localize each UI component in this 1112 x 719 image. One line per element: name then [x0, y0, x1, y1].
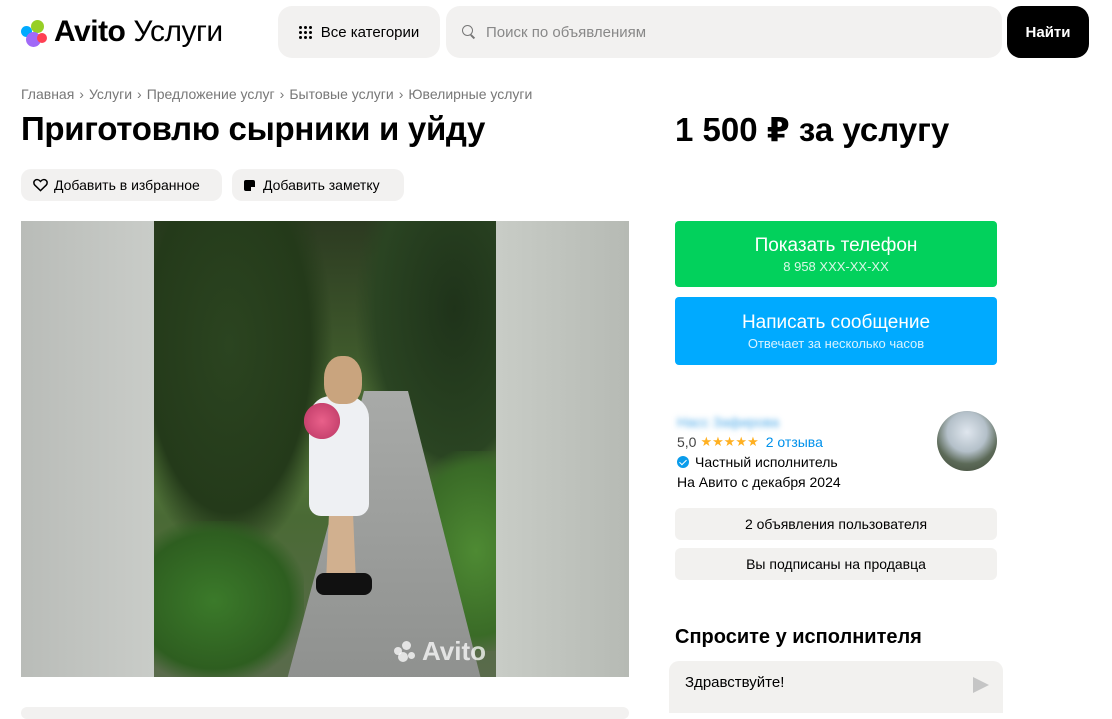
breadcrumb-separator: › — [279, 86, 285, 102]
note-icon — [244, 179, 255, 191]
description-section-edge — [21, 707, 629, 719]
breadcrumb-item-service-offers[interactable]: Предложение услуг — [147, 86, 275, 102]
breadcrumb-item-services[interactable]: Услуги — [89, 86, 132, 102]
breadcrumb-separator: › — [137, 86, 142, 102]
search-input[interactable] — [486, 23, 966, 41]
breadcrumb-item-household[interactable]: Бытовые услуги — [289, 86, 393, 102]
logo-service: Услуги — [133, 15, 223, 48]
subscribed-button[interactable]: Вы подписаны на продавца — [675, 548, 997, 580]
ask-section-title: Спросите у исполнителя — [675, 626, 922, 648]
verified-check-icon — [677, 456, 689, 468]
seller-rating: 5,0 ★★★★★ 2 отзыва — [677, 434, 823, 450]
avito-logo-icon — [20, 18, 48, 47]
phone-number-masked: 8 958 XXX-XX-XX — [783, 258, 889, 274]
send-icon[interactable] — [973, 677, 989, 693]
write-message-button[interactable]: Написать сообщение Отвечает за несколько… — [675, 297, 997, 365]
all-categories-button[interactable]: Все категории — [278, 6, 440, 58]
reviews-link[interactable]: 2 отзыва — [766, 434, 823, 450]
listing-photo[interactable]: Avito — [154, 221, 496, 677]
add-note-button[interactable]: Добавить заметку — [232, 169, 404, 201]
response-time-label: Отвечает за несколько часов — [747, 335, 925, 351]
add-to-favorites-label: Добавить в избранное — [54, 177, 200, 193]
message-input[interactable]: Здравствуйте! — [669, 661, 1003, 713]
add-to-favorites-button[interactable]: Добавить в избранное — [21, 169, 222, 201]
listing-price: 1 500 ₽ за услугу — [675, 111, 950, 148]
all-categories-label: Все категории — [320, 23, 420, 41]
avito-watermark-text: Avito — [421, 636, 486, 666]
avito-logo[interactable]: Avito Услуги — [20, 14, 223, 50]
breadcrumb-item-home[interactable]: Главная — [21, 86, 74, 102]
write-message-label: Написать сообщение — [741, 311, 931, 333]
listing-title: Приготовлю сырники и уйду — [21, 110, 486, 147]
breadcrumb-separator: › — [79, 86, 84, 102]
user-listings-button[interactable]: 2 объявления пользователя — [675, 508, 997, 540]
seller-name[interactable]: Насс Зафирова — [677, 414, 779, 430]
heart-icon — [33, 178, 48, 192]
search-bar[interactable] — [446, 6, 1002, 58]
add-note-label: Добавить заметку — [263, 177, 380, 193]
photo-gallery[interactable]: Avito — [21, 221, 629, 677]
find-button[interactable]: Найти — [1007, 6, 1089, 58]
rating-value: 5,0 — [677, 434, 697, 450]
grid-icon — [298, 25, 312, 39]
avito-watermark-icon — [393, 640, 418, 663]
breadcrumb-item-jewelry[interactable]: Ювелирные услуги — [408, 86, 532, 102]
seller-avatar[interactable] — [937, 411, 997, 471]
breadcrumb: Главная › Услуги › Предложение услуг › Б… — [21, 86, 532, 102]
message-text: Здравствуйте! — [685, 674, 785, 691]
rating-stars-icon: ★★★★★ — [700, 434, 759, 449]
search-icon — [462, 25, 476, 39]
show-phone-label: Показать телефон — [754, 234, 918, 256]
seller-type-label: Частный исполнитель — [695, 454, 838, 470]
breadcrumb-separator: › — [398, 86, 404, 102]
logo-brand: Avito — [54, 15, 126, 48]
seller-since: На Авито с декабря 2024 — [677, 474, 841, 490]
seller-type: Частный исполнитель — [677, 454, 838, 470]
avito-watermark: Avito — [393, 636, 486, 667]
show-phone-button[interactable]: Показать телефон 8 958 XXX-XX-XX — [675, 221, 997, 287]
